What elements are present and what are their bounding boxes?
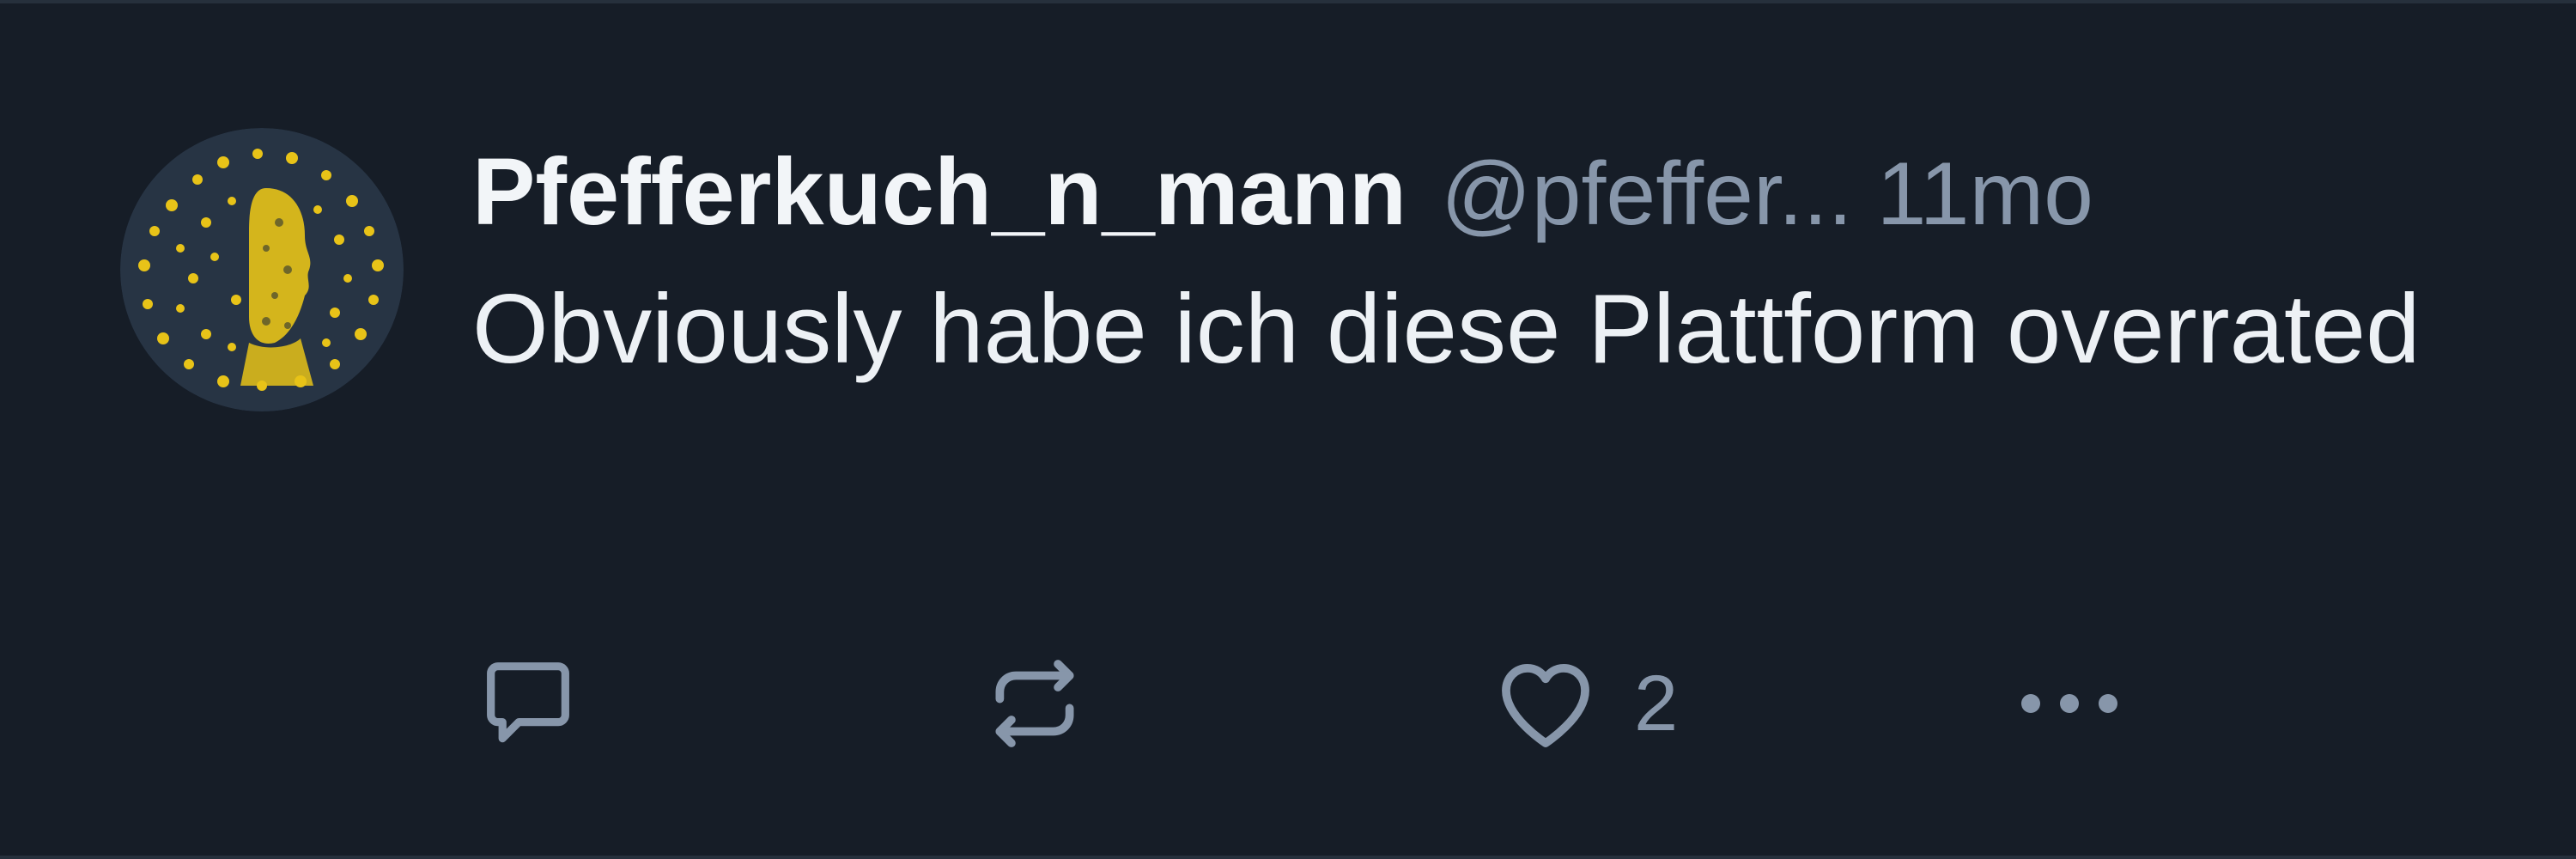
reply-button[interactable] <box>472 643 584 764</box>
post-header: Pfefferkuch_n_mann @pfeffer... 11mo <box>472 132 2447 253</box>
avatar[interactable] <box>120 128 404 411</box>
like-count: 2 <box>1634 659 1679 747</box>
avatar-image <box>120 128 404 411</box>
like-button[interactable]: 2 <box>1490 643 1678 764</box>
repost-button[interactable] <box>979 643 1091 764</box>
post-text: Obviously habe ich diese Plattform overr… <box>472 275 2421 384</box>
more-icon <box>2021 694 2117 713</box>
repost-icon <box>995 660 1074 747</box>
post-timestamp[interactable]: 11mo <box>1877 134 2093 254</box>
display-name[interactable]: Pfefferkuch_n_mann <box>472 132 1406 253</box>
user-handle[interactable]: @pfeffer... <box>1441 134 1852 254</box>
heart-icon <box>1502 663 1589 747</box>
post-card[interactable]: Pfefferkuch_n_mann @pfeffer... 11mo Obvi… <box>0 0 2576 859</box>
more-options-button[interactable] <box>2009 643 2129 764</box>
post-actions: 2 <box>472 643 2533 764</box>
post-content: Pfefferkuch_n_mann @pfeffer... 11mo Obvi… <box>472 132 2447 399</box>
reply-icon <box>487 662 569 743</box>
